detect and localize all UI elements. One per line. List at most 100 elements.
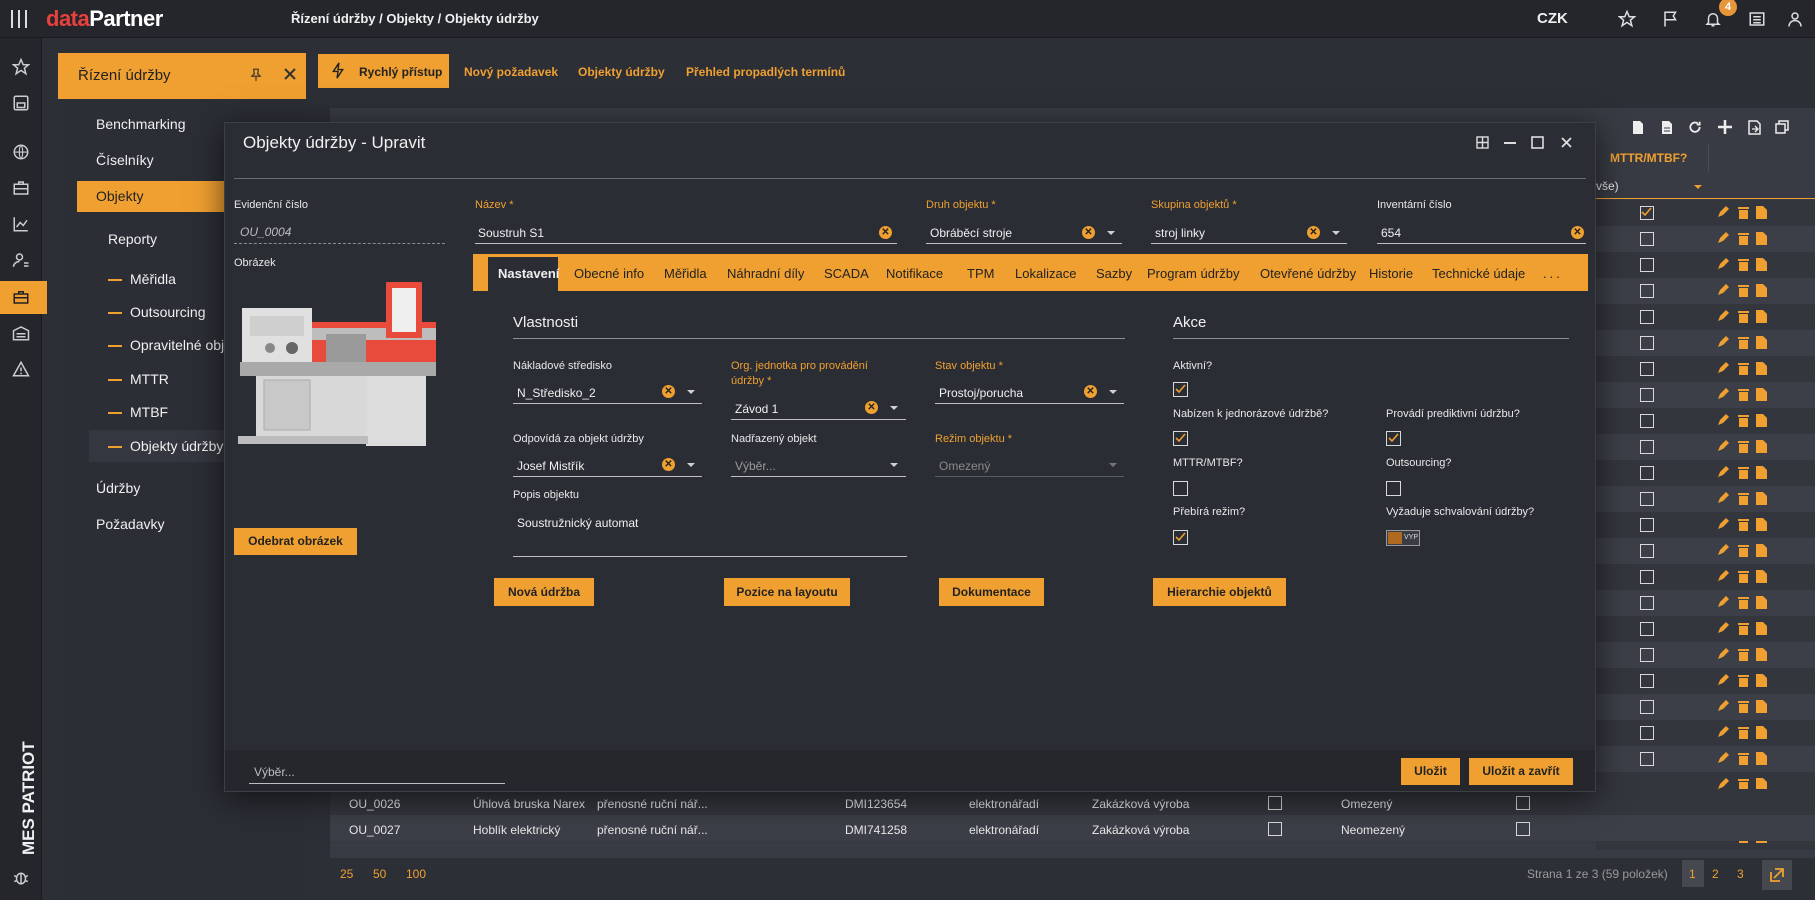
save-close-button[interactable]: Uložit a zavřít — [1469, 758, 1573, 785]
nav-sub-outsourcing[interactable]: Outsourcing — [108, 304, 205, 320]
cost-center-select[interactable]: N_Středisko_2 — [517, 386, 596, 400]
grid-layout-icon[interactable] — [1476, 136, 1489, 149]
delete-icon[interactable] — [1738, 700, 1749, 713]
responsible-select[interactable]: Josef Mistřík — [517, 459, 584, 473]
layout-position-button[interactable]: Pozice na layoutu — [724, 578, 850, 606]
document-icon[interactable] — [1756, 284, 1767, 297]
table-row[interactable] — [1596, 226, 1815, 252]
briefcase-icon[interactable] — [12, 179, 30, 197]
clear-icon[interactable]: ✕ — [662, 385, 675, 398]
bug-icon[interactable] — [12, 868, 30, 886]
row-checkbox[interactable] — [1640, 674, 1654, 688]
row-checkbox[interactable] — [1640, 414, 1654, 428]
state-select[interactable]: Prostoj/porucha — [939, 386, 1023, 400]
clear-icon[interactable]: ✕ — [1082, 226, 1095, 239]
row-checkbox[interactable] — [1640, 648, 1654, 662]
hamburger-icon[interactable] — [10, 9, 28, 29]
row-checkbox[interactable] — [1268, 796, 1282, 810]
document-icon[interactable] — [1756, 206, 1767, 219]
file-text-icon[interactable] — [1661, 120, 1673, 135]
nav-item-pozadavky[interactable]: Požadavky — [96, 516, 164, 532]
row-checkbox[interactable] — [1640, 466, 1654, 480]
delete-icon[interactable] — [1738, 206, 1749, 219]
table-row[interactable] — [1596, 746, 1815, 772]
table-row[interactable] — [1596, 590, 1815, 616]
star-icon[interactable] — [1618, 10, 1636, 28]
table-row[interactable] — [1596, 720, 1815, 746]
edit-icon[interactable] — [1717, 336, 1729, 348]
document-icon[interactable] — [1756, 388, 1767, 401]
chevron-down-icon[interactable] — [1107, 231, 1115, 235]
delete-icon[interactable] — [1738, 258, 1749, 271]
user-settings-icon[interactable] — [12, 251, 30, 269]
chk-active[interactable] — [1173, 382, 1188, 397]
table-row[interactable] — [1596, 200, 1815, 226]
tab-historie[interactable]: Historie — [1369, 266, 1413, 281]
delete-icon[interactable] — [1738, 544, 1749, 557]
document-icon[interactable] — [1756, 258, 1767, 271]
tab-notifikace[interactable]: Notifikace — [886, 266, 943, 281]
table-row[interactable] — [1596, 486, 1815, 512]
clear-icon[interactable]: ✕ — [879, 226, 892, 239]
table-row[interactable] — [1596, 460, 1815, 486]
tab-nastaveni[interactable]: Nastavení — [498, 266, 559, 281]
document-icon[interactable] — [1756, 336, 1767, 349]
table-row[interactable] — [1596, 408, 1815, 434]
row-checkbox[interactable] — [1640, 284, 1654, 298]
copy-icon[interactable] — [1775, 120, 1789, 134]
delete-icon[interactable] — [1738, 284, 1749, 297]
chk-outsourcing[interactable] — [1386, 481, 1401, 496]
chart-icon[interactable] — [12, 215, 30, 233]
row-checkbox[interactable] — [1640, 544, 1654, 558]
document-icon[interactable] — [1756, 362, 1767, 375]
table-row[interactable] — [1596, 694, 1815, 720]
tab-more[interactable]: ... — [1543, 266, 1563, 281]
brand-logo[interactable]: dataPartner — [46, 6, 163, 32]
footer-select[interactable]: Výběr... — [254, 765, 295, 779]
row-checkbox[interactable] — [1640, 622, 1654, 636]
warning-icon[interactable] — [12, 360, 30, 378]
delete-icon[interactable] — [1738, 440, 1749, 453]
tab-otevrene-udrzby[interactable]: Otevřené údržby — [1260, 266, 1356, 281]
document-icon[interactable] — [1756, 232, 1767, 245]
edit-icon[interactable] — [1717, 232, 1729, 244]
nav-item-ciselniky[interactable]: Číselníky — [96, 152, 154, 168]
parent-select[interactable]: Výběr... — [735, 459, 776, 473]
document-icon[interactable] — [1756, 414, 1767, 427]
delete-icon[interactable] — [1738, 674, 1749, 687]
row-checkbox[interactable] — [1640, 206, 1654, 220]
row-checkbox[interactable] — [1640, 518, 1654, 532]
nav-sub-objekty-udrzby[interactable]: Objekty údržby — [108, 438, 223, 454]
delete-icon[interactable] — [1738, 518, 1749, 531]
chk-predictive[interactable] — [1386, 431, 1401, 446]
delete-icon[interactable] — [1738, 336, 1749, 349]
edit-icon[interactable] — [1717, 570, 1729, 582]
document-icon[interactable] — [1756, 570, 1767, 583]
tab-technicke-udaje[interactable]: Technické údaje — [1432, 266, 1525, 281]
edit-icon[interactable] — [1717, 726, 1729, 738]
edit-icon[interactable] — [1717, 414, 1729, 426]
row-checkbox[interactable] — [1640, 726, 1654, 740]
document-icon[interactable] — [1756, 544, 1767, 557]
table-row[interactable] — [1596, 434, 1815, 460]
row-checkbox[interactable] — [1640, 570, 1654, 584]
tab-novy-pozadavek[interactable]: Nový požadavek — [464, 54, 558, 88]
edit-icon[interactable] — [1717, 752, 1729, 764]
clear-icon[interactable]: ✕ — [1571, 226, 1584, 239]
edit-icon[interactable] — [1717, 544, 1729, 556]
edit-icon[interactable] — [1717, 388, 1729, 400]
tab-sazby[interactable]: Sazby — [1096, 266, 1132, 281]
file-icon[interactable] — [1632, 120, 1644, 135]
close-icon[interactable] — [284, 68, 296, 80]
edit-icon[interactable] — [1717, 258, 1729, 270]
add-icon[interactable] — [1717, 119, 1733, 135]
globe-icon[interactable] — [12, 143, 30, 161]
nav-item-benchmarking[interactable]: Benchmarking — [96, 116, 186, 132]
maximize-icon[interactable] — [1531, 136, 1544, 149]
document-icon[interactable] — [1756, 492, 1767, 505]
pin-icon[interactable] — [249, 67, 263, 83]
edit-icon[interactable] — [1717, 674, 1729, 686]
document-icon[interactable] — [1756, 596, 1767, 609]
save-icon[interactable] — [12, 94, 30, 112]
nav-sub-mttr[interactable]: MTTR — [108, 371, 169, 387]
